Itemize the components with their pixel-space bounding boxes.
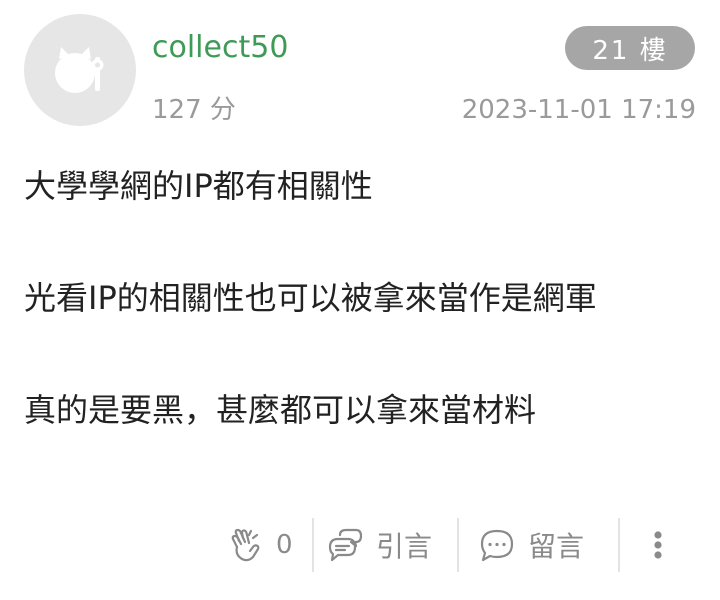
default-avatar-icon <box>55 47 104 93</box>
username[interactable]: collect50 <box>152 28 288 68</box>
action-divider <box>618 518 620 572</box>
content-line: 大學學網的IP都有相關性 <box>24 167 373 205</box>
content-line: 真的是要黑，甚麼都可以拿來當材料 <box>24 391 537 429</box>
post-card: collect50 127 分 21 樓 2023-11-01 17:19 大學… <box>0 0 720 600</box>
comment-button[interactable]: 留言 <box>478 516 584 574</box>
post-timestamp: 2023-11-01 17:19 <box>461 95 696 125</box>
quote-bubble-icon <box>328 528 363 562</box>
comment-label: 留言 <box>528 530 585 563</box>
content-line: 光看IP的相關性也可以被拿來當作是網軍 <box>24 279 597 317</box>
avatar[interactable] <box>24 14 136 126</box>
like-count: 0 <box>276 530 293 560</box>
quote-button[interactable]: 引言 <box>326 516 432 574</box>
comment-bubble-icon <box>480 529 514 562</box>
action-divider <box>457 518 459 572</box>
floor-badge: 21 樓 <box>565 26 695 70</box>
more-vertical-icon <box>654 531 662 559</box>
action-divider <box>312 518 314 572</box>
clap-icon <box>231 528 260 562</box>
user-score: 127 分 <box>152 95 236 125</box>
more-options-button[interactable] <box>648 516 668 574</box>
post-actions-bar: 0 引言 留言 <box>0 516 720 574</box>
like-button[interactable]: 0 <box>228 516 293 574</box>
quote-label: 引言 <box>376 530 433 563</box>
